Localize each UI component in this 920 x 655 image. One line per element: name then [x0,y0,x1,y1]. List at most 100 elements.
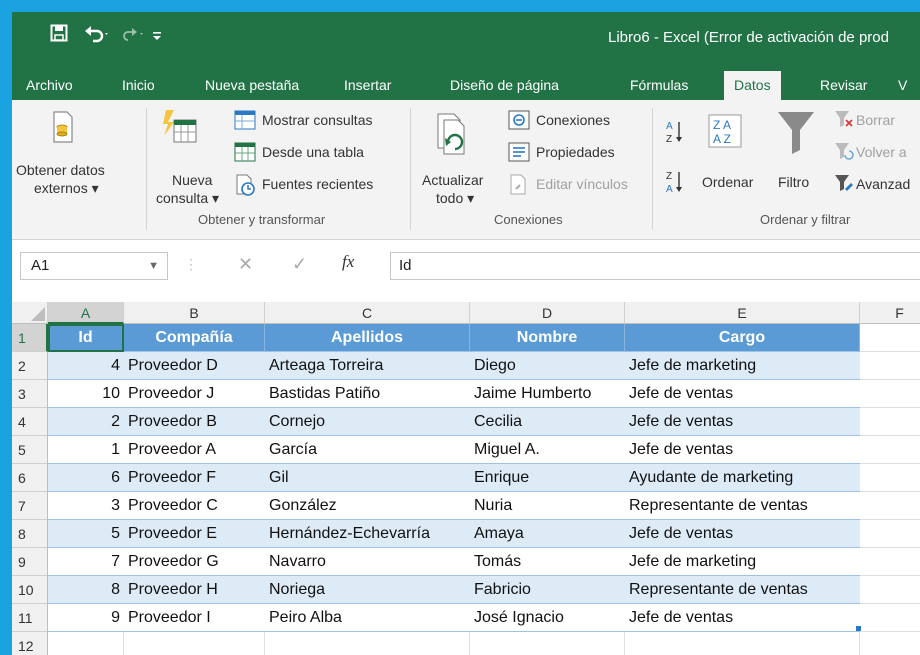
borrar-button[interactable]: Borrar [856,112,895,129]
table-cell[interactable]: Jefe de ventas [625,380,860,408]
empty-cell[interactable] [860,464,920,492]
column-header-d[interactable]: D [470,302,625,324]
table-cell[interactable]: Peiro Alba [265,604,470,632]
sort-az-icon[interactable]: AZ [666,118,684,151]
table-cell[interactable]: Representante de ventas [625,576,860,604]
row-header[interactable]: 10 [12,576,48,604]
tab-inicio[interactable]: Inicio [112,71,165,100]
table-cell[interactable]: Amaya [470,520,625,548]
row-header[interactable]: 6 [12,464,48,492]
editar-vinculos-button[interactable]: Editar vínculos [536,176,628,193]
table-cell[interactable]: 1 [48,436,124,464]
table-cell[interactable]: Cecilia [470,408,625,436]
select-all-corner[interactable] [12,302,48,324]
column-header-b[interactable]: B [124,302,265,324]
table-cell[interactable]: 6 [48,464,124,492]
table-cell[interactable]: Jefe de ventas [625,604,860,632]
nueva-consulta-label-2[interactable]: consulta ▾ [156,190,219,207]
table-cell[interactable]: Noriega [265,576,470,604]
table-cell[interactable]: 9 [48,604,124,632]
row-header[interactable]: 5 [12,436,48,464]
customize-icon[interactable] [150,24,164,50]
mostrar-consultas-button[interactable]: Mostrar consultas [262,112,372,129]
empty-cell[interactable] [860,632,920,655]
table-header-cell[interactable]: Cargo [625,324,860,352]
table-cell[interactable]: González [265,492,470,520]
table-cell[interactable]: Jefe de ventas [625,436,860,464]
empty-cell[interactable] [860,520,920,548]
row-header[interactable]: 9 [12,548,48,576]
table-cell[interactable]: Proveedor A [124,436,265,464]
empty-cell[interactable] [860,324,920,352]
empty-cell[interactable] [860,576,920,604]
table-cell[interactable]: 3 [48,492,124,520]
tab-datos[interactable]: Datos [724,71,781,100]
actualizar-todo-label-2[interactable]: todo ▾ [436,190,474,207]
table-cell[interactable]: Jefe de marketing [625,548,860,576]
table-cell[interactable]: Bastidas Patiño [265,380,470,408]
volver-aplicar-button[interactable]: Volver a [856,144,907,161]
table-cell[interactable]: 4 [48,352,124,380]
table-cell[interactable]: Diego [470,352,625,380]
table-cell[interactable]: Navarro [265,548,470,576]
undo-icon[interactable] [84,24,110,50]
column-header-a[interactable]: A [48,302,124,324]
table-cell[interactable]: Jefe de ventas [625,408,860,436]
table-cell[interactable]: Proveedor C [124,492,265,520]
tab-insertar[interactable]: Insertar [334,71,401,100]
table-header-cell[interactable]: Apellidos [265,324,470,352]
table-cell[interactable]: 8 [48,576,124,604]
empty-cell[interactable] [625,632,860,655]
table-header-cell[interactable]: Id [48,324,124,352]
table-cell[interactable]: Miguel A. [470,436,625,464]
table-cell[interactable]: Proveedor I [124,604,265,632]
actualizar-todo-label[interactable]: Actualizar [422,172,483,189]
table-cell[interactable]: Ayudante de marketing [625,464,860,492]
tab-revisar[interactable]: Revisar [810,71,877,100]
table-cell[interactable]: Jefe de ventas [625,520,860,548]
table-header-cell[interactable]: Compañía [124,324,265,352]
table-cell[interactable]: José Ignacio [470,604,625,632]
table-cell[interactable]: Proveedor J [124,380,265,408]
row-header[interactable]: 1 [12,324,48,352]
obtener-datos-label-2[interactable]: externos ▾ [34,180,99,197]
filtro-button[interactable]: Filtro [778,174,809,191]
table-cell[interactable]: Proveedor D [124,352,265,380]
row-header[interactable]: 7 [12,492,48,520]
empty-cell[interactable] [860,492,920,520]
ordenar-button[interactable]: Ordenar [702,174,753,191]
formula-input[interactable]: Id [390,252,920,280]
redo-icon[interactable] [120,24,146,50]
table-cell[interactable]: Jaime Humberto [470,380,625,408]
column-header-f[interactable]: F [860,302,920,324]
empty-cell[interactable] [860,436,920,464]
table-cell[interactable]: García [265,436,470,464]
column-header-e[interactable]: E [625,302,860,324]
table-cell[interactable]: Nuria [470,492,625,520]
empty-cell[interactable] [860,604,920,632]
table-cell[interactable]: Jefe de marketing [625,352,860,380]
propiedades-button[interactable]: Propiedades [536,144,615,161]
table-cell[interactable]: Fabricio [470,576,625,604]
empty-cell[interactable] [48,632,124,655]
empty-cell[interactable] [860,380,920,408]
table-cell[interactable]: Representante de ventas [625,492,860,520]
table-cell[interactable]: Hernández-Echevarría [265,520,470,548]
empty-cell[interactable] [470,632,625,655]
table-cell[interactable]: Enrique [470,464,625,492]
name-box[interactable]: A1 ▼ [20,252,168,280]
column-header-c[interactable]: C [265,302,470,324]
table-cell[interactable]: Tomás [470,548,625,576]
obtener-datos-label[interactable]: Obtener datos [16,162,105,179]
row-header[interactable]: 12 [12,632,48,655]
table-cell[interactable]: Proveedor F [124,464,265,492]
empty-cell[interactable] [860,352,920,380]
empty-cell[interactable] [860,548,920,576]
table-resize-handle[interactable] [856,626,861,631]
tab-diseno-pagina[interactable]: Diseño de página [440,71,569,100]
table-cell[interactable]: Proveedor G [124,548,265,576]
cancel-icon[interactable]: ✕ [238,254,253,275]
row-header[interactable]: 11 [12,604,48,632]
tab-archivo[interactable]: Archivo [16,71,83,100]
save-icon[interactable] [50,24,68,48]
